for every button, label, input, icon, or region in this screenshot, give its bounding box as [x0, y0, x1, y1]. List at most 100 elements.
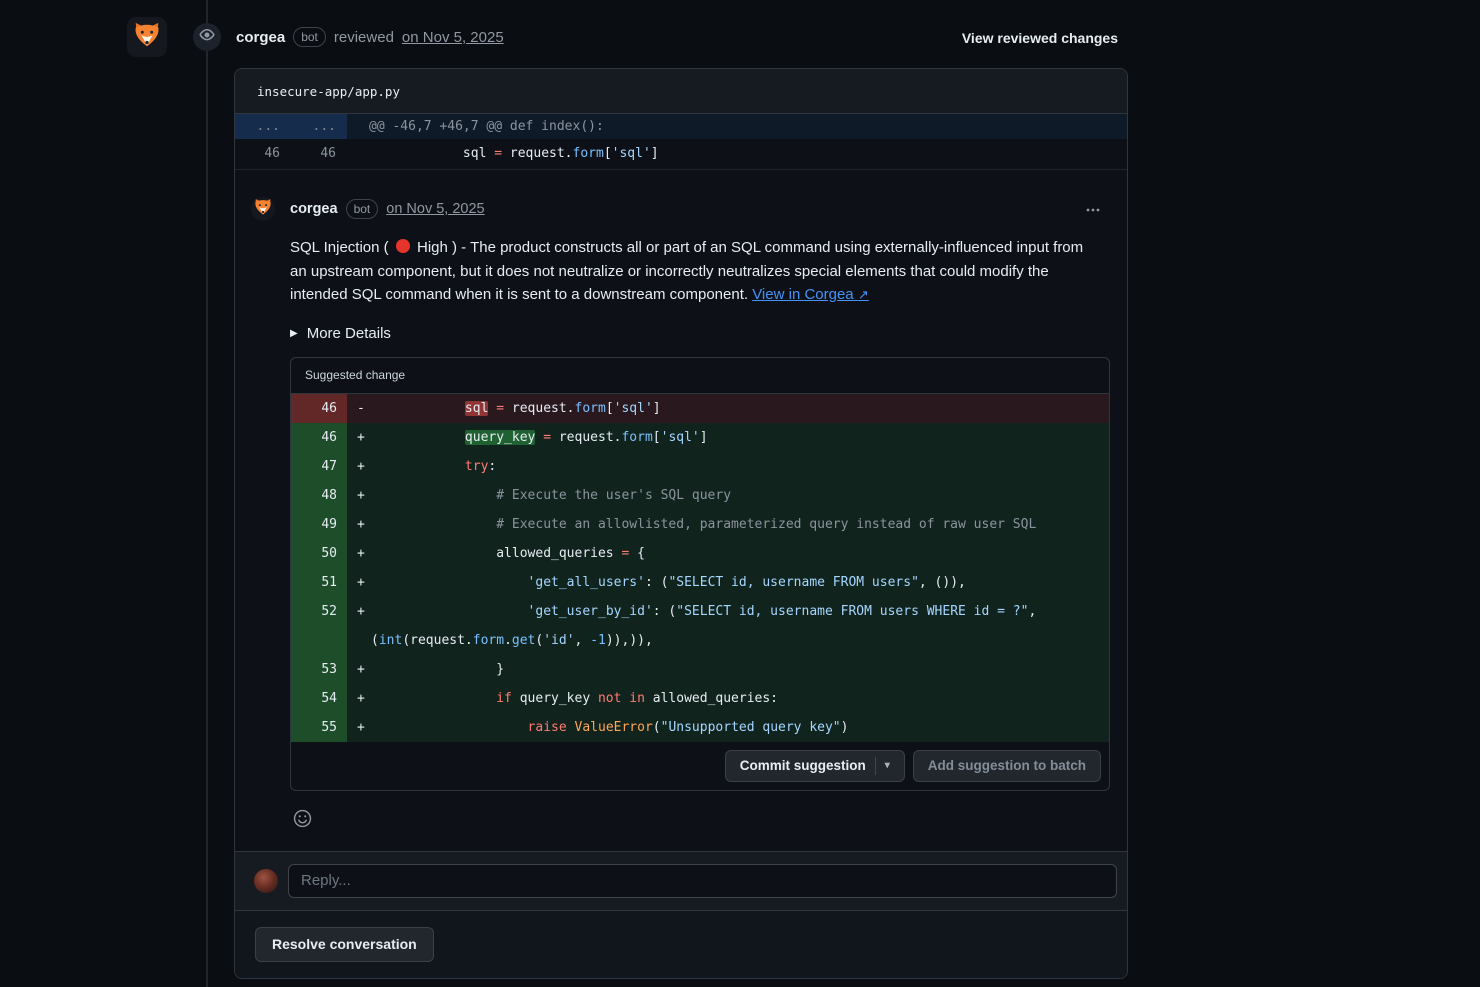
more-details-label: More Details: [307, 325, 391, 342]
line-number: 53: [291, 655, 347, 684]
diff-sign: +: [347, 568, 371, 597]
diff-hunk-header: @@ -46,7 +46,7 @@ def index():: [347, 114, 604, 139]
eye-icon: [199, 27, 215, 48]
comment-author-avatar[interactable]: [251, 197, 275, 221]
diff-hunk-row: ... ... @@ -46,7 +46,7 @@ def index():: [235, 114, 1127, 139]
diff-sign: +: [347, 597, 371, 655]
hunk-dots-old: ...: [235, 114, 291, 139]
suggested-change-title: Suggested change: [291, 358, 1109, 394]
line-number: 47: [291, 452, 347, 481]
suggestion-diff-line: 46+ query_key = request.form['sql']: [291, 423, 1109, 452]
diff-sign: +: [347, 655, 371, 684]
hunk-dots-new: ...: [291, 114, 347, 139]
diff-code: if query_key not in allowed_queries:: [371, 684, 1109, 713]
diff-code: 'get_all_users': ("SELECT id, username F…: [371, 568, 1109, 597]
comment-body-text: SQL Injection ( High ) - The product con…: [290, 236, 1090, 307]
suggestion-diff-line: 47+ try:: [291, 452, 1109, 481]
diff-context-code: sql = request.form['sql']: [347, 139, 659, 169]
diff-sign: +: [347, 539, 371, 568]
chevron-down-icon: ▾: [885, 760, 890, 771]
diff-file-name[interactable]: insecure-app/app.py: [235, 69, 1127, 114]
review-author-name[interactable]: corgea: [236, 29, 285, 46]
commit-suggestion-button[interactable]: Commit suggestion ▾: [725, 750, 905, 782]
review-thread-card: insecure-app/app.py ... ... @@ -46,7 +46…: [234, 68, 1128, 979]
suggestion-diff-line: 46- sql = request.form['sql']: [291, 394, 1109, 423]
add-suggestion-to-batch-button[interactable]: Add suggestion to batch: [913, 750, 1101, 782]
diff-code: # Execute an allowlisted, parameterized …: [371, 510, 1109, 539]
comment-author-name[interactable]: corgea: [290, 201, 338, 217]
comment-options-kebab-button[interactable]: [1081, 198, 1105, 225]
view-in-corgea-link[interactable]: View in Corgea ↗: [752, 286, 869, 303]
suggestion-diff-line: 50+ allowed_queries = {: [291, 539, 1109, 568]
reply-input[interactable]: [288, 864, 1117, 898]
pull-request-review-page: corgea bot reviewed on Nov 5, 2025 View …: [0, 0, 1480, 987]
view-reviewed-changes-link[interactable]: View reviewed changes: [962, 30, 1118, 46]
diff-context-line: 46 46 sql = request.form['sql']: [235, 139, 1127, 169]
review-date-link[interactable]: on Nov 5, 2025: [402, 29, 504, 46]
line-number: 54: [291, 684, 347, 713]
more-details-toggle[interactable]: ▶ More Details: [290, 325, 430, 342]
old-line-number: 46: [235, 139, 291, 169]
corgea-fox-logo-icon: [253, 197, 273, 221]
commit-suggestion-label: Commit suggestion: [740, 758, 866, 773]
suggestion-actions: Commit suggestion ▾ Add suggestion to ba…: [291, 742, 1109, 790]
suggested-change-box: Suggested change 46- sql = request.form[…: [290, 357, 1110, 791]
diff-code: # Execute the user's SQL query: [371, 481, 1109, 510]
resolve-conversation-button[interactable]: Resolve conversation: [255, 927, 434, 962]
review-eye-badge: [193, 23, 221, 51]
diff-sign: -: [347, 394, 371, 423]
diff-context-line-numbers: 46 46: [235, 139, 347, 169]
diff-sign: +: [347, 713, 371, 742]
suggestion-diff-line: 52+ 'get_user_by_id': ("SELECT id, usern…: [291, 597, 1109, 655]
line-number: 51: [291, 568, 347, 597]
disclosure-triangle-icon: ▶: [290, 328, 298, 339]
review-comment: corgea bot on Nov 5, 2025 SQL Injection …: [235, 169, 1127, 851]
review-header: corgea bot reviewed on Nov 5, 2025: [236, 27, 504, 47]
suggestion-diff-line: 49+ # Execute an allowlisted, parameteri…: [291, 510, 1109, 539]
suggested-change-diff: 46- sql = request.form['sql']46+ query_k…: [291, 394, 1109, 742]
view-in-corgea-label: View in Corgea: [752, 286, 853, 303]
diff-sign: +: [347, 684, 371, 713]
line-number: 46: [291, 423, 347, 452]
comment-date-link[interactable]: on Nov 5, 2025: [386, 201, 484, 217]
new-line-number: 46: [291, 139, 347, 169]
bot-badge: bot: [346, 199, 379, 219]
diff-code: raise ValueError("Unsupported query key"…: [371, 713, 1109, 742]
diff-code: allowed_queries = {: [371, 539, 1109, 568]
line-number: 46: [291, 394, 347, 423]
suggestion-diff-line: 55+ raise ValueError("Unsupported query …: [291, 713, 1109, 742]
high-severity-dot-icon: [396, 239, 410, 253]
suggestion-diff-line: 53+ }: [291, 655, 1109, 684]
suggestion-diff-line: 51+ 'get_all_users': ("SELECT id, userna…: [291, 568, 1109, 597]
review-action-text: reviewed: [334, 29, 394, 46]
diff-code: try:: [371, 452, 1109, 481]
external-link-arrow-icon: ↗: [858, 287, 869, 302]
smiley-icon: [293, 816, 312, 831]
resolve-bar: Resolve conversation: [235, 910, 1127, 978]
comment-text-before-severity: SQL Injection (: [290, 239, 393, 256]
bot-badge: bot: [293, 27, 326, 47]
corgea-fox-logo-icon: [132, 20, 162, 55]
current-user-avatar[interactable]: [254, 869, 278, 893]
corgea-bot-avatar[interactable]: [127, 17, 167, 57]
suggestion-diff-line: 54+ if query_key not in allowed_queries:: [291, 684, 1109, 713]
diff-code: query_key = request.form['sql']: [371, 423, 1109, 452]
diff-code: sql = request.form['sql']: [371, 394, 1109, 423]
kebab-icon: [1085, 206, 1101, 221]
add-reaction-button[interactable]: [291, 807, 314, 833]
suggestion-diff-line: 48+ # Execute the user's SQL query: [291, 481, 1109, 510]
diff-sign: +: [347, 452, 371, 481]
reply-bar: [235, 851, 1127, 910]
line-number: 52: [291, 597, 347, 655]
diff-sign: +: [347, 423, 371, 452]
diff-sign: +: [347, 481, 371, 510]
diff-code: 'get_user_by_id': ("SELECT id, username …: [371, 597, 1109, 655]
timeline-line: [206, 0, 208, 987]
button-divider: [875, 757, 876, 775]
diff-hunk-gutter: ... ...: [235, 114, 347, 139]
comment-header: corgea bot on Nov 5, 2025: [290, 197, 1103, 221]
diff-code: }: [371, 655, 1109, 684]
diff-sign: +: [347, 510, 371, 539]
line-number: 48: [291, 481, 347, 510]
line-number: 55: [291, 713, 347, 742]
